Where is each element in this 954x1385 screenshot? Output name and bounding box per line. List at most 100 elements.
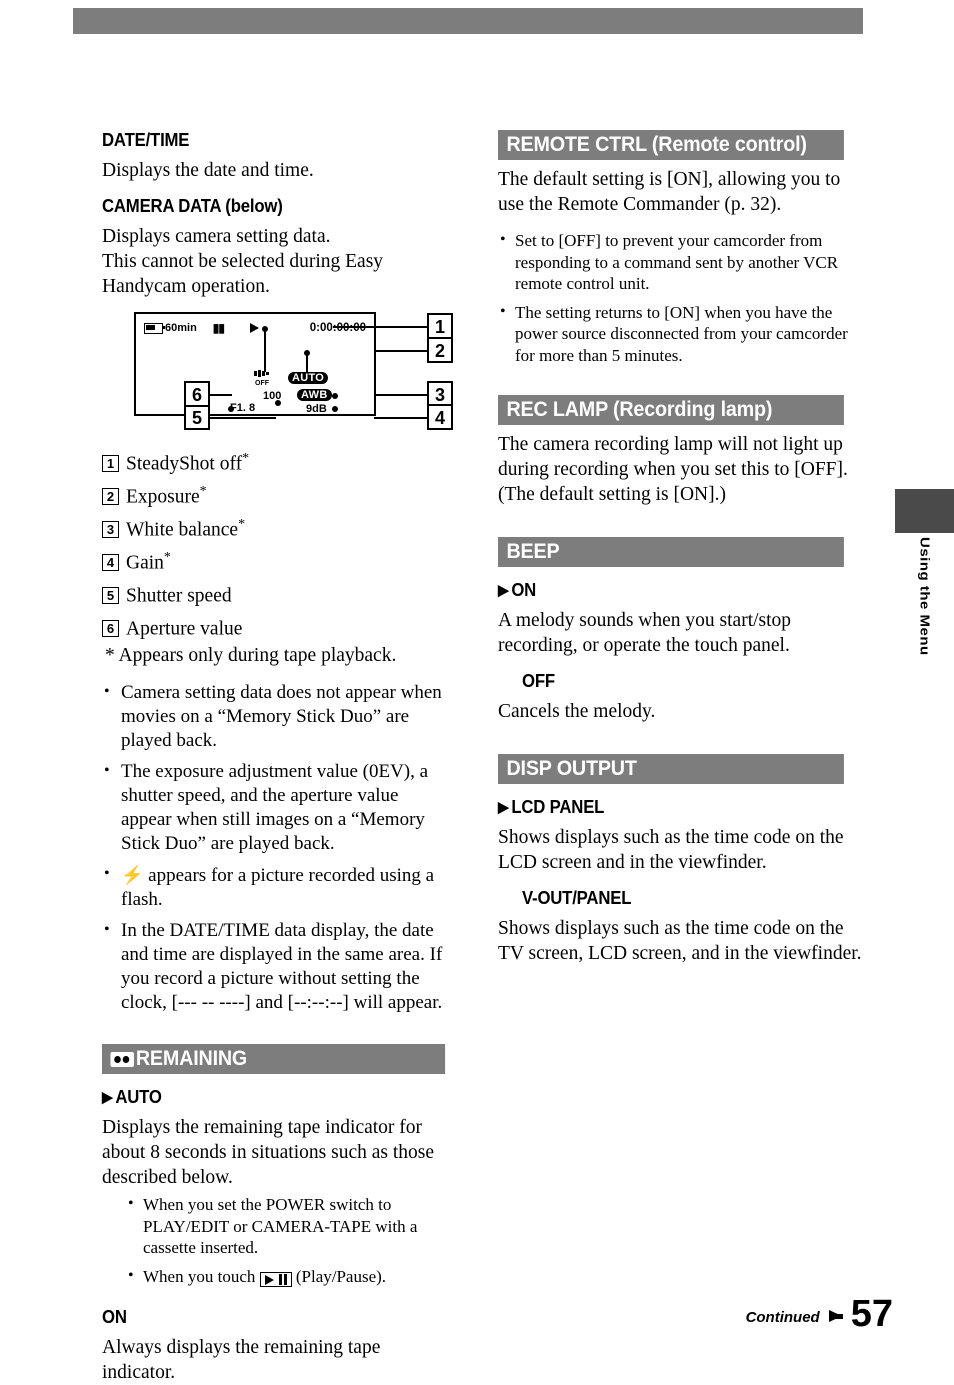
- option-v-out-panel-body: Shows displays such as the time code on …: [498, 918, 862, 964]
- section-header-remote-ctrl-label: REMOTE CTRL (Remote control): [506, 133, 807, 156]
- option-auto-notes: When you set the POWER switch to PLAY/ED…: [126, 1193, 452, 1288]
- camera-data-footnote: * Appears only during tape playback.: [105, 645, 397, 666]
- list-item: When you touch (Play/Pause).: [126, 1265, 452, 1288]
- side-tab-text-wrap: Using the Menu: [895, 537, 954, 687]
- cassette-icon: [110, 1051, 134, 1067]
- section-header-rec-lamp-label: REC LAMP (Recording lamp): [506, 398, 773, 421]
- document-page: Using the Menu DATE/TIME Displays the da…: [0, 0, 954, 1383]
- section-header-beep-label: BEEP: [506, 540, 560, 563]
- battery-time-label: 60min: [165, 322, 197, 334]
- leader-dot-4: [332, 406, 338, 412]
- white-balance-awb-tag: AWB: [297, 389, 332, 401]
- list-item: ⚡ appears for a picture recorded using a…: [102, 862, 452, 912]
- option-beep-on-body: A melody sounds when you start/stop reco…: [498, 610, 792, 656]
- connector-2: [374, 350, 427, 352]
- lcd-screen-frame: 60min ▮▮ 0:00:00:00 OFF AUTO 100 AWB 9dB…: [134, 312, 376, 416]
- item-label: White balance*: [126, 517, 246, 541]
- leader-dot-1: [262, 326, 268, 332]
- option-beep-on: ▶ ON: [498, 580, 840, 601]
- section-header-disp-output-label: DISP OUTPUT: [506, 757, 637, 780]
- side-tab-swatch: [895, 489, 954, 533]
- item-number: 1: [102, 454, 119, 472]
- touch-note-pre: When you touch: [143, 1266, 256, 1286]
- heading-camera-data: CAMERA DATA (below): [102, 196, 283, 216]
- heading-date-time: DATE/TIME: [102, 130, 190, 150]
- option-lcd-panel-body: Shows displays such as the time code on …: [498, 827, 844, 873]
- page-footer: Continued 57: [746, 1295, 893, 1333]
- continued-label: Continued: [745, 1309, 820, 1326]
- list-item: 6 Aperture value: [102, 610, 452, 643]
- default-marker-icon: ▶: [498, 799, 509, 816]
- item-number: 5: [102, 586, 119, 604]
- section-header-remaining-label: REMAINING: [135, 1047, 248, 1070]
- list-item: 4 Gain*: [102, 544, 452, 577]
- memory-stick-icon: ▮▮: [212, 321, 225, 335]
- list-item: 1 SteadyShot off*: [102, 445, 452, 478]
- list-item: Camera setting data does not appear when…: [102, 680, 452, 753]
- steadyshot-off-label: OFF: [255, 380, 269, 387]
- leader-line-1: [264, 328, 266, 372]
- list-item: 5 Shutter speed: [102, 577, 452, 610]
- connector-5: [210, 417, 276, 419]
- leader-dot-3: [332, 393, 338, 399]
- side-tab-label: Using the Menu: [917, 537, 932, 656]
- steadyshot-off-icon: OFF: [254, 370, 270, 387]
- flash-icon: ⚡: [121, 865, 144, 885]
- option-beep-off: OFF: [522, 671, 555, 691]
- list-item: 2 Exposure*: [102, 478, 452, 511]
- item-number: 6: [102, 619, 119, 637]
- steadyshot-glyph: [254, 370, 269, 377]
- right-column: REMOTE CTRL (Remote control) The default…: [498, 130, 866, 966]
- remote-ctrl-notes: Set to [OFF] to prevent your camcorder f…: [498, 229, 866, 367]
- option-auto-label: AUTO: [115, 1087, 162, 1107]
- page-number: 57: [850, 1293, 893, 1335]
- item-label: Exposure*: [126, 484, 207, 508]
- section-header-remote-ctrl: REMOTE CTRL (Remote control): [498, 130, 844, 160]
- option-lcd-panel: ▶ LCD PANEL: [498, 797, 840, 818]
- option-on-remaining-body: Always displays the remaining tape indic…: [102, 1337, 381, 1384]
- lcd-status-bar: 60min ▮▮ 0:00:00:00: [144, 320, 366, 336]
- camera-data-notes: Camera setting data does not appear when…: [102, 680, 452, 1015]
- list-item: 3 White balance*: [102, 511, 452, 544]
- left-column: DATE/TIME Displays the date and time. CA…: [102, 130, 453, 1385]
- list-item: The setting returns to [ON] when you hav…: [498, 301, 866, 367]
- text-date-time-body: Displays the date and time.: [102, 160, 314, 181]
- list-item: In the DATE/TIME data display, the date …: [102, 918, 452, 1015]
- section-header-remaining: REMAINING: [102, 1044, 446, 1074]
- default-marker-icon: ▶: [498, 582, 509, 599]
- leader-dot-2: [304, 350, 310, 356]
- connector-3: [374, 394, 427, 396]
- default-marker-icon: ▶: [102, 1089, 113, 1106]
- section-header-rec-lamp: REC LAMP (Recording lamp): [498, 395, 844, 425]
- leader-dot-5: [275, 400, 281, 406]
- callout-5: 5: [184, 404, 210, 430]
- item-number: 2: [102, 487, 119, 505]
- remote-ctrl-body: The default setting is [ON], allowing yo…: [498, 169, 841, 215]
- page-header-band: [73, 8, 863, 34]
- option-beep-on-label: ON: [511, 580, 537, 600]
- item-number: 4: [102, 553, 119, 571]
- list-item: The exposure adjustment value (0EV), a s…: [102, 759, 452, 856]
- item-label: Gain*: [126, 550, 171, 574]
- touch-note-post: (Play/Pause).: [295, 1266, 387, 1286]
- option-auto-body: Displays the remaining tape indicator fo…: [102, 1117, 435, 1188]
- option-auto: ▶ AUTO: [102, 1087, 428, 1108]
- item-label: Aperture value: [126, 618, 243, 640]
- gain-value: 9dB: [306, 403, 327, 415]
- leader-dot-6: [228, 406, 234, 412]
- section-header-beep: BEEP: [498, 537, 844, 567]
- item-label: Shutter speed: [126, 585, 232, 607]
- play-pause-icon: [259, 1272, 292, 1288]
- exposure-auto-tag: AUTO: [288, 372, 329, 384]
- timecode-label: 0:00:00:00: [309, 322, 366, 334]
- option-v-out-panel: V-OUT/PANEL: [522, 888, 632, 908]
- rec-lamp-body: The camera recording lamp will not light…: [498, 434, 848, 505]
- lcd-screen-diagram: 60min ▮▮ 0:00:00:00 OFF AUTO 100 AWB 9dB…: [134, 312, 482, 432]
- option-beep-off-body: Cancels the melody.: [498, 701, 656, 722]
- list-item: When you set the POWER switch to PLAY/ED…: [126, 1193, 452, 1259]
- connector-4: [374, 417, 427, 419]
- section-header-disp-output: DISP OUTPUT: [498, 754, 844, 784]
- text-camera-data-body2: This cannot be selected during Easy Hand…: [102, 251, 384, 297]
- option-lcd-panel-label: LCD PANEL: [511, 797, 605, 817]
- text-camera-data-body1: Displays camera setting data.: [102, 226, 331, 247]
